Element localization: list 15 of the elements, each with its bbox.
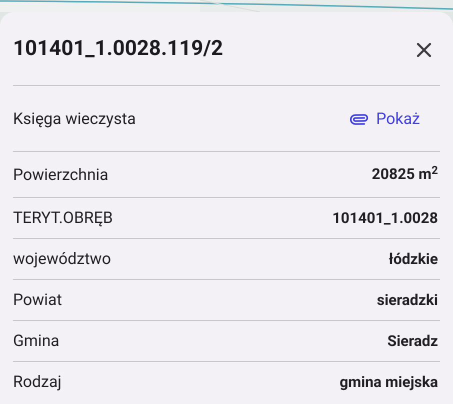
field-value: 20825 m$^{2}$ <box>372 163 438 186</box>
field-label: Rodzaj <box>13 371 62 393</box>
field-label: Gmina <box>13 330 60 352</box>
field-value: 101401_1.0028 <box>332 208 438 229</box>
field-label: TERYT.OBRĘB <box>13 207 113 229</box>
field-value: Sieradz <box>387 330 438 352</box>
field-label: Powiat <box>13 289 62 311</box>
field-label: województwo <box>13 248 111 270</box>
field-value: sieradzki <box>376 290 438 311</box>
field-value: łódzkie <box>388 248 438 270</box>
show-link[interactable]: Pokaż <box>350 106 420 130</box>
field-value: gmina miejska <box>340 372 438 393</box>
parcel-title: 101401_1.0028.119/2 <box>13 36 224 63</box>
field-label: Powierzchnia <box>13 164 108 186</box>
field-label: Księga wieczysta <box>13 108 136 130</box>
